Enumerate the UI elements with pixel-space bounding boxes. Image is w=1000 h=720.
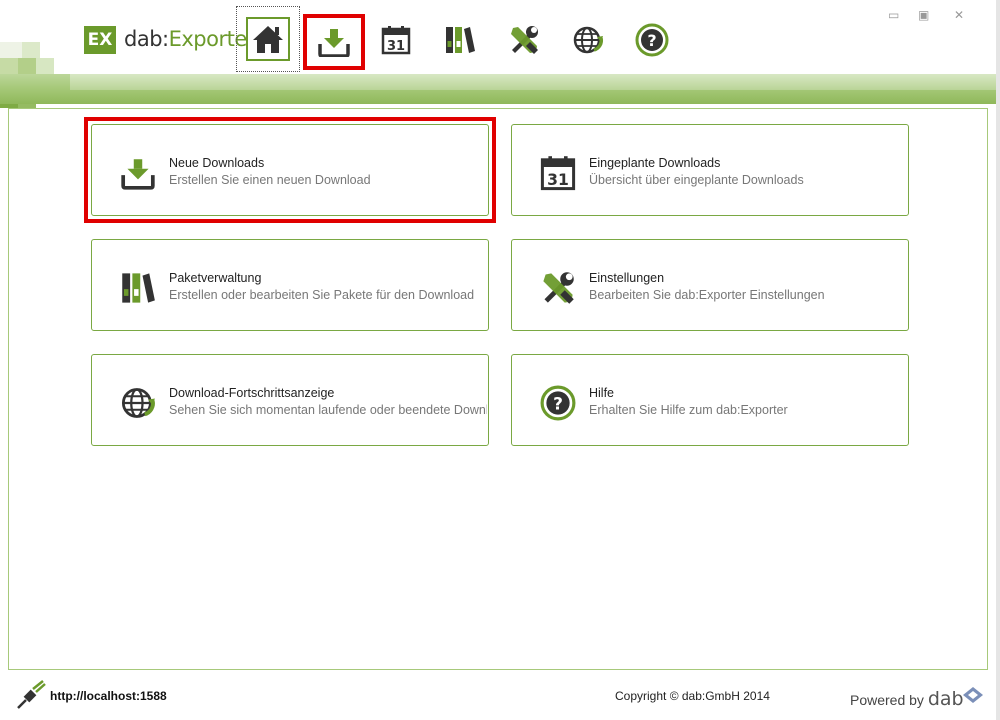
- restore-button[interactable]: ▣: [918, 8, 929, 22]
- toolbar-progress-button[interactable]: [562, 14, 614, 66]
- calendar-icon: 31: [381, 26, 411, 55]
- card-package-management[interactable]: Paketverwaltung Erstellen oder bearbeite…: [91, 239, 489, 331]
- calendar-icon: 31: [540, 156, 576, 191]
- help-icon: ?: [635, 23, 669, 57]
- card-subtitle: Erhalten Sie Hilfe zum dab:Exporter: [589, 403, 788, 417]
- download-icon: [318, 29, 350, 57]
- status-bar: http://localhost:1588 Copyright © dab:Gm…: [0, 672, 1000, 720]
- card-subtitle: Sehen Sie sich momentan laufende oder be…: [169, 403, 487, 417]
- help-icon-label: ?: [647, 31, 656, 50]
- binders-icon: [446, 27, 475, 53]
- window-edge: [996, 0, 1000, 720]
- main-content: Neue Downloads Erstellen Sie einen neuen…: [8, 108, 988, 670]
- card-settings[interactable]: Einstellungen Bearbeiten Sie dab:Exporte…: [511, 239, 909, 331]
- card-title: Einstellungen: [589, 271, 665, 285]
- tools-icon: [543, 272, 574, 304]
- globe-icon: [121, 388, 155, 418]
- card-title: Neue Downloads: [169, 156, 265, 170]
- calendar-icon-label: 31: [547, 171, 569, 189]
- card-subtitle: Bearbeiten Sie dab:Exporter Einstellunge…: [589, 288, 825, 302]
- powered-by: Powered by dab: [850, 688, 964, 710]
- home-button-frame: [246, 17, 290, 61]
- card-new-downloads[interactable]: Neue Downloads Erstellen Sie einen neuen…: [91, 124, 489, 216]
- card-title: Paketverwaltung: [169, 271, 262, 285]
- help-icon: ?: [540, 385, 576, 421]
- toolbar-settings-button[interactable]: [498, 14, 550, 66]
- toolbar-new-download-button[interactable]: [303, 14, 365, 70]
- card-title: Hilfe: [589, 386, 615, 400]
- close-button[interactable]: ✕: [954, 8, 964, 22]
- minimize-button[interactable]: ▭: [888, 8, 899, 22]
- card-scheduled-downloads[interactable]: 31 Eingeplante Downloads Übersicht über …: [511, 124, 909, 216]
- binders-icon: [122, 273, 155, 303]
- home-icon: [253, 26, 283, 53]
- card-subtitle: Erstellen oder bearbeiten Sie Pakete für…: [169, 288, 475, 302]
- toolbar-help-button[interactable]: ?: [626, 14, 678, 66]
- copyright-text: Copyright © dab:GmbH 2014: [615, 689, 770, 703]
- app-logo-badge: EX: [84, 26, 116, 54]
- powered-brand: dab: [927, 688, 964, 710]
- dab-diamond-logo: [963, 687, 983, 703]
- toolbar-packages-button[interactable]: [434, 14, 486, 66]
- logo-name: dab: [124, 27, 163, 51]
- server-url: http://localhost:1588: [50, 689, 167, 703]
- card-subtitle: Übersicht über eingeplante Downloads: [589, 173, 804, 187]
- connection-plug-icon: [17, 680, 46, 709]
- globe-icon: [573, 26, 604, 54]
- calendar-icon-label: 31: [387, 39, 405, 54]
- card-help[interactable]: ? Hilfe Erhalten Sie Hilfe zum dab:Expor…: [511, 354, 909, 446]
- powered-by-label: Powered by: [850, 692, 924, 708]
- card-download-progress[interactable]: Download-Fortschrittsanzeige Sehen Sie s…: [91, 354, 489, 446]
- tools-icon: [511, 26, 538, 54]
- download-icon: [121, 159, 155, 190]
- card-subtitle: Erstellen Sie einen neuen Download: [169, 173, 371, 187]
- toolbar-scheduled-button[interactable]: 31: [370, 14, 422, 66]
- card-title: Download-Fortschrittsanzeige: [169, 386, 335, 400]
- app-window: EX dab:Exporter 31 ? ▭ ▣ ✕ Neue Download…: [0, 0, 1000, 720]
- toolbar-home-button[interactable]: [236, 6, 300, 72]
- header-band-light: [70, 74, 996, 90]
- card-title: Eingeplante Downloads: [589, 156, 721, 170]
- help-icon-label: ?: [553, 393, 563, 413]
